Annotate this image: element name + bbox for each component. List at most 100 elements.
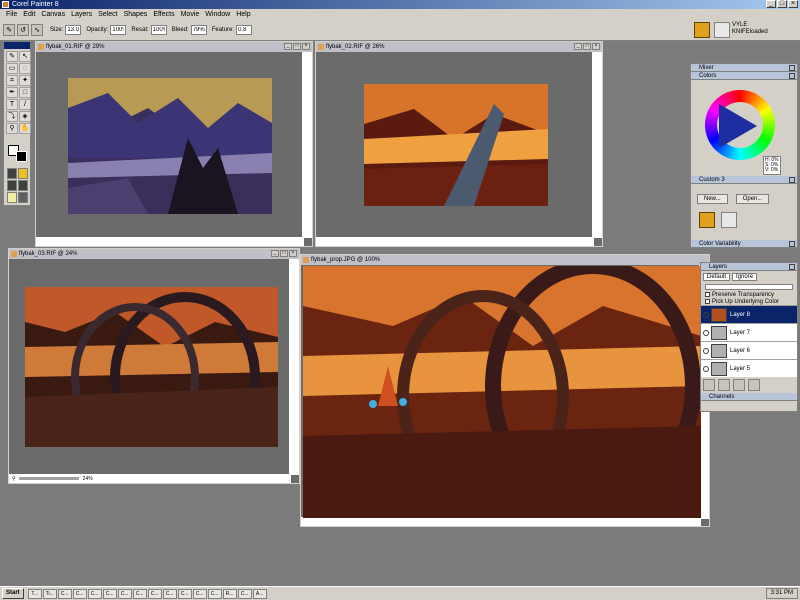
- zoom-bar[interactable]: ⚲ 24%: [9, 474, 291, 483]
- taskbar-item[interactable]: Ti...: [42, 588, 57, 599]
- brush-name[interactable]: VYLE KNIFEloaded: [732, 22, 780, 36]
- magnifier-icon[interactable]: ⚲: [6, 123, 18, 134]
- dynamic-plugin-icon[interactable]: [733, 379, 745, 391]
- mixer-close-icon[interactable]: [789, 65, 795, 71]
- maximize-button[interactable]: □: [777, 0, 787, 8]
- eye-icon[interactable]: [703, 311, 709, 318]
- menu-movie[interactable]: Movie: [178, 9, 203, 20]
- bleed-input[interactable]: [190, 25, 207, 35]
- weaving-selector-icon[interactable]: [18, 180, 28, 191]
- line-icon[interactable]: /: [19, 99, 31, 110]
- taskbar-item[interactable]: C...: [207, 588, 222, 599]
- taskbar-item[interactable]: C...: [87, 588, 102, 599]
- custom-palette-header[interactable]: Custom 3: [691, 176, 797, 184]
- pickup-color-checkbox[interactable]: Pick Up Underlying Color: [701, 298, 797, 305]
- paper-selector-icon[interactable]: [7, 168, 17, 179]
- start-button[interactable]: Start: [2, 588, 24, 599]
- close-button[interactable]: ×: [788, 0, 798, 8]
- brush-icon[interactable]: ✎: [6, 51, 18, 62]
- new-palette-button[interactable]: New...: [697, 194, 728, 204]
- painting-canvas-4[interactable]: [303, 266, 701, 518]
- arrow-icon[interactable]: ↖: [19, 51, 31, 62]
- layers-close-icon[interactable]: [789, 264, 795, 270]
- zoom-slider[interactable]: [18, 477, 79, 480]
- taskbar-item[interactable]: C...: [72, 588, 87, 599]
- composite-method-select[interactable]: Default: [703, 273, 731, 281]
- taskbar-item[interactable]: C...: [192, 588, 207, 599]
- document-window-2[interactable]: flybak_02.RIF @ 26% _ □ ×: [315, 41, 603, 247]
- painting-canvas-3[interactable]: [25, 287, 278, 447]
- rect-select-icon[interactable]: ▭: [6, 63, 18, 74]
- color-variability-header[interactable]: Color Variability: [691, 240, 797, 248]
- eye-icon[interactable]: [703, 347, 709, 354]
- resat-input[interactable]: [150, 25, 167, 35]
- eye-icon[interactable]: [703, 329, 709, 336]
- feature-input[interactable]: [236, 25, 253, 35]
- brush-category-icon[interactable]: [694, 22, 710, 38]
- channels-header[interactable]: Channels: [701, 393, 797, 401]
- look-selector-icon[interactable]: [7, 192, 17, 203]
- brush-variant-icon[interactable]: [714, 22, 730, 38]
- painting-canvas-2[interactable]: [364, 84, 548, 206]
- additional-color-swatch[interactable]: [16, 151, 27, 162]
- menu-help[interactable]: Help: [233, 9, 253, 20]
- menu-canvas[interactable]: Canvas: [38, 9, 68, 20]
- doc-close-button[interactable]: ×: [289, 250, 297, 257]
- taskbar-item[interactable]: T...: [27, 588, 42, 599]
- app-title-bar[interactable]: Corel Painter 8 _ □ ×: [0, 0, 800, 9]
- layer-mask-icon[interactable]: [718, 379, 730, 391]
- layer-item[interactable]: Layer 8: [701, 305, 797, 323]
- composite-depth-select[interactable]: Ignore: [732, 273, 758, 281]
- new-layer-icon[interactable]: [703, 379, 715, 391]
- doc-minimize-button[interactable]: _: [284, 43, 292, 50]
- taskbar-item[interactable]: C...: [57, 588, 72, 599]
- menu-shapes[interactable]: Shapes: [121, 9, 151, 20]
- toolbox-header[interactable]: [4, 42, 30, 49]
- opacity-slider[interactable]: [705, 284, 793, 290]
- colors-header[interactable]: Colors: [691, 72, 797, 80]
- layer-item[interactable]: Layer 5: [701, 359, 797, 377]
- crop-icon[interactable]: ⌗: [6, 75, 18, 86]
- layer-item[interactable]: Layer 7: [701, 323, 797, 341]
- shape-icon[interactable]: □: [19, 87, 31, 98]
- pen-icon[interactable]: ✒: [6, 87, 18, 98]
- open-palette-button[interactable]: Open...: [735, 194, 770, 204]
- taskbar-item[interactable]: C...: [237, 588, 252, 599]
- taskbar-item[interactable]: C...: [147, 588, 162, 599]
- horizontal-scrollbar[interactable]: [36, 237, 304, 246]
- doc-minimize-button[interactable]: _: [574, 43, 582, 50]
- magic-wand-icon[interactable]: ✦: [19, 75, 31, 86]
- doc-close-button[interactable]: ×: [592, 43, 600, 50]
- document-title-bar[interactable]: flybak_01.RIF @ 29% _ □ ×: [36, 42, 312, 52]
- menu-layers[interactable]: Layers: [68, 9, 95, 20]
- text-icon[interactable]: T: [6, 99, 18, 110]
- opacity-input[interactable]: [110, 25, 127, 35]
- doc-close-button[interactable]: ×: [302, 43, 310, 50]
- horizontal-scrollbar[interactable]: [316, 237, 594, 246]
- custom-brush-icon-2[interactable]: [721, 212, 737, 228]
- delete-layer-icon[interactable]: [748, 379, 760, 391]
- custom-brush-icon-1[interactable]: [699, 212, 715, 228]
- document-title-bar[interactable]: flybak_03.RIF @ 24% _ □ ×: [9, 249, 299, 259]
- minimize-button[interactable]: _: [766, 0, 776, 8]
- preserve-transparency-checkbox[interactable]: Preserve Transparency: [701, 291, 797, 298]
- doc-maximize-button[interactable]: □: [583, 43, 591, 50]
- menu-file[interactable]: File: [3, 9, 20, 20]
- mixer-header[interactable]: Mixer: [691, 64, 797, 72]
- taskbar-item[interactable]: C...: [102, 588, 117, 599]
- brush-tool-icon[interactable]: ✎: [3, 24, 15, 36]
- custom-close-icon[interactable]: [789, 177, 795, 183]
- size-input[interactable]: [65, 25, 82, 35]
- colors-close-icon[interactable]: [789, 73, 795, 79]
- vertical-scrollbar[interactable]: [289, 259, 299, 475]
- hand-icon[interactable]: ✋: [19, 123, 31, 134]
- taskbar-item[interactable]: A...: [252, 588, 267, 599]
- lasso-icon[interactable]: ◌: [19, 63, 31, 74]
- pattern-selector-icon[interactable]: [7, 180, 17, 191]
- zoom-magnifier-icon[interactable]: ⚲: [12, 476, 16, 482]
- gradient-selector-icon[interactable]: [18, 168, 28, 179]
- paint-bucket-icon[interactable]: ◈: [19, 111, 31, 122]
- vertical-scrollbar[interactable]: [302, 52, 312, 238]
- painting-canvas-1[interactable]: [68, 78, 272, 214]
- dropper-icon[interactable]: ⤵: [6, 111, 18, 122]
